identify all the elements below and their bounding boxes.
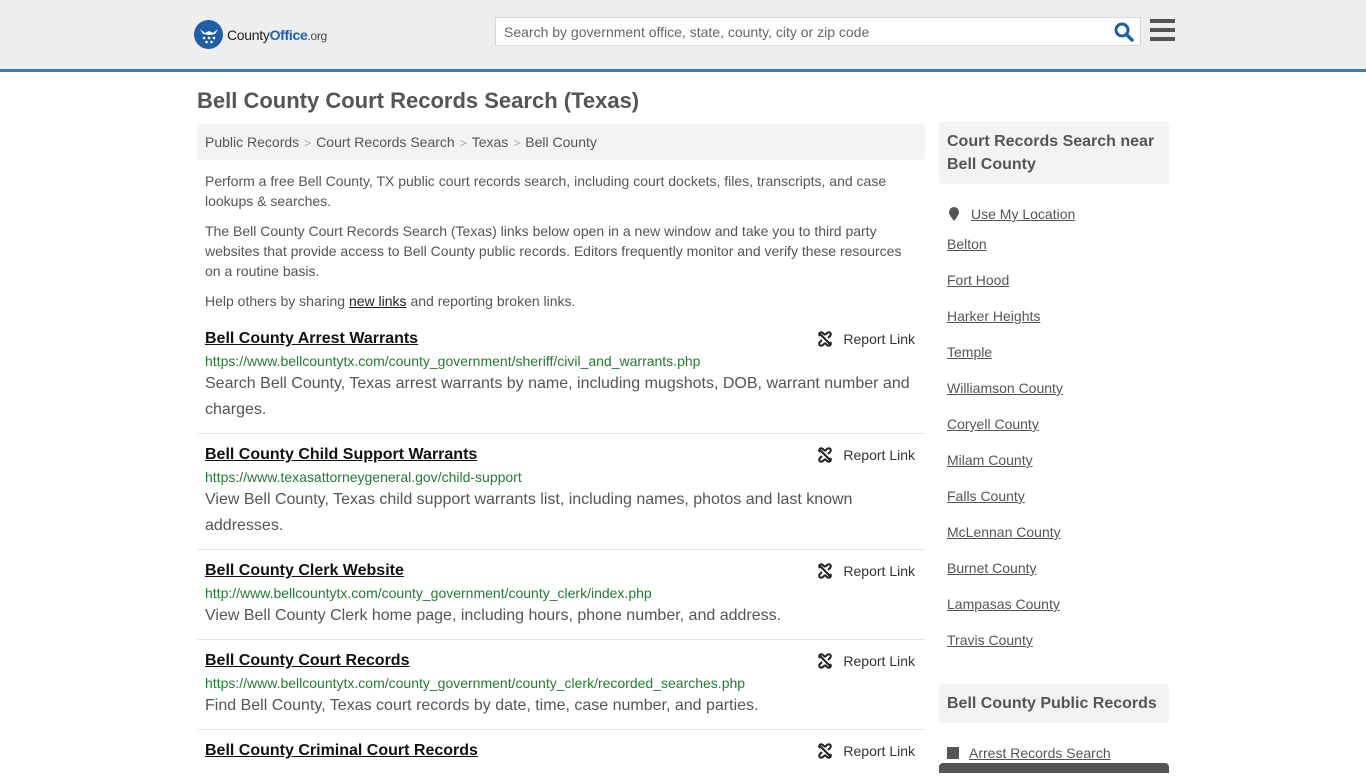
breadcrumb-bell-county[interactable]: Bell County: [525, 134, 597, 150]
share-links-paragraph: Help others by sharing new links and rep…: [205, 293, 576, 309]
result-url: https://www.bellcountytx.com/county_gove…: [205, 353, 701, 369]
hamburger-menu-button[interactable]: [1150, 19, 1175, 41]
broken-link-icon: [818, 331, 833, 347]
public-records-heading: Bell County Public Records: [939, 684, 1169, 723]
broken-link-icon: [818, 743, 833, 759]
report-link-button[interactable]: Report Link: [817, 447, 915, 463]
new-links-link[interactable]: new links: [349, 293, 407, 309]
result-description: Search Bell County, Texas arrest warrant…: [205, 375, 910, 418]
result-url: https://www.bellcountytx.com/county_gove…: [205, 675, 746, 691]
report-link-button[interactable]: Report Link: [817, 563, 915, 579]
report-link-button[interactable]: Report Link: [817, 743, 915, 759]
hamburger-menu-icon: [1150, 19, 1175, 23]
search-icon: [1114, 22, 1134, 42]
nearby-heading: Court Records Search near Bell County: [939, 122, 1169, 184]
page-title: Bell County Court Records Search (Texas): [197, 88, 640, 113]
sidebar-dark-panel: [939, 763, 1169, 773]
nearby-link[interactable]: Fort Hood: [947, 268, 1161, 304]
eagle-stars-badge-icon: [194, 20, 223, 49]
intro-text: Perform a free Bell County, TX public co…: [205, 171, 917, 321]
result-title-link[interactable]: Bell County Arrest Warrants: [205, 330, 418, 348]
result-title-link[interactable]: Bell County Child Support Warrants: [205, 446, 477, 464]
nearby-link[interactable]: Burnet County: [947, 556, 1161, 592]
report-link-button[interactable]: Report Link: [817, 653, 915, 669]
breadcrumb-public-records[interactable]: Public Records: [205, 134, 299, 150]
result-title-link[interactable]: Bell County Clerk Website: [205, 562, 404, 580]
breadcrumb-court-records-search[interactable]: Court Records Search: [316, 134, 455, 150]
search-input[interactable]: [496, 18, 1096, 45]
result-url: http://www.bellcountytx.com/county_gover…: [205, 585, 652, 601]
breadcrumb-separator: >: [513, 136, 521, 150]
site-logo[interactable]: CountyOffice.org: [194, 20, 327, 49]
breadcrumb-texas[interactable]: Texas: [472, 134, 509, 150]
broken-link-icon: [818, 653, 833, 669]
nearby-link[interactable]: Milam County: [947, 448, 1161, 484]
result-url: https://www.texasattorneygeneral.gov/chi…: [205, 469, 522, 485]
site-header: CountyOffice.org: [0, 0, 1366, 72]
result-description: View Bell County Clerk home page, includ…: [205, 607, 782, 624]
nearby-link[interactable]: Falls County: [947, 484, 1161, 520]
search-box: [495, 17, 1141, 46]
result-title-link[interactable]: Bell County Criminal Court Records: [205, 742, 478, 760]
nearby-link[interactable]: Harker Heights: [947, 304, 1161, 340]
results-list: Bell County Arrest Warrants Report Link …: [197, 328, 925, 780]
nearby-link[interactable]: McLennan County: [947, 520, 1161, 556]
nearby-link[interactable]: Lampasas County: [947, 592, 1161, 628]
breadcrumb-separator: >: [304, 136, 312, 150]
nearby-link[interactable]: Belton: [947, 232, 1161, 268]
report-link-button[interactable]: Report Link: [817, 331, 915, 347]
nearby-link[interactable]: Travis County: [947, 628, 1161, 664]
broken-link-icon: [818, 447, 833, 463]
intro-paragraph: The Bell County Court Records Search (Te…: [205, 223, 902, 279]
result-item: Bell County Child Support Warrants Repor…: [197, 444, 925, 550]
nearby-link[interactable]: Williamson County: [947, 376, 1161, 412]
breadcrumb: Public Records > Court Records Search > Texa…: [197, 124, 925, 160]
logo-wordmark: CountyOffice.org: [227, 26, 327, 43]
result-description: View Bell County, Texas child support wa…: [205, 491, 853, 534]
intro-paragraph: Perform a free Bell County, TX public co…: [205, 173, 887, 209]
nearby-list: Use My Location Belton Fort Hood Harker …: [939, 184, 1169, 664]
result-item: Bell County Arrest Warrants Report Link …: [197, 328, 925, 434]
nearby-link[interactable]: Temple: [947, 340, 1161, 376]
result-title-link[interactable]: Bell County Court Records: [205, 652, 409, 670]
map-pin-icon: [949, 207, 959, 221]
result-description: Find Bell County, Texas court records by…: [205, 697, 759, 714]
result-item: Bell County Criminal Court Records Repor…: [197, 740, 925, 770]
search-button[interactable]: [1114, 22, 1134, 42]
result-item: Bell County Clerk Website Report Link ht…: [197, 560, 925, 640]
sidebar: Court Records Search near Bell County Us…: [939, 122, 1169, 771]
breadcrumb-separator: >: [459, 136, 467, 150]
use-my-location-link[interactable]: Use My Location: [947, 196, 1161, 232]
broken-link-icon: [818, 563, 833, 579]
square-bullet-icon: [947, 747, 959, 759]
nearby-link[interactable]: Coryell County: [947, 412, 1161, 448]
result-item: Bell County Court Records Report Link ht…: [197, 650, 925, 730]
